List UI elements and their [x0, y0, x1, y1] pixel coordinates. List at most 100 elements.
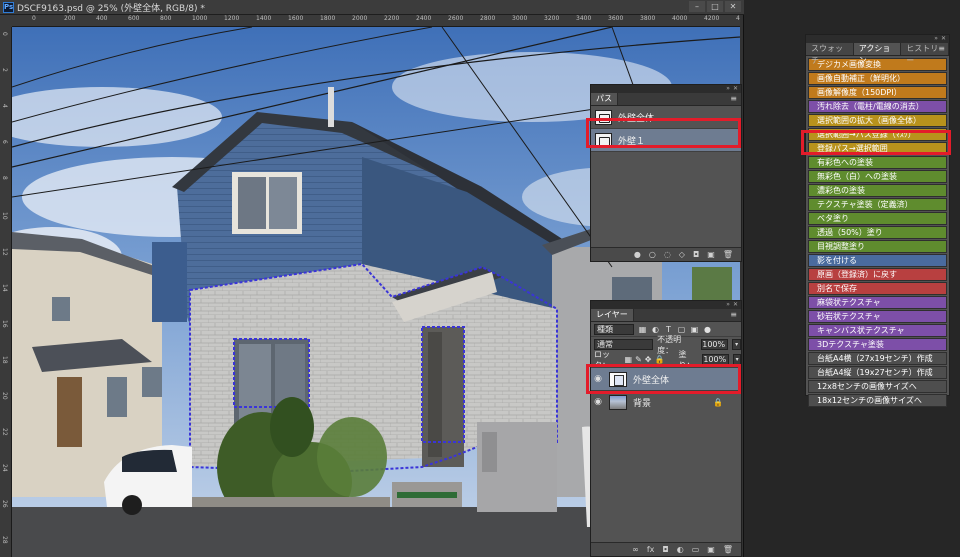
trash-icon[interactable]: 🗑: [723, 545, 733, 554]
actions-panel: » ✕ スウォッチ アクション ヒストリー ≡ デジカメ画像変換 画像自動補正（鮮明化）…: [805, 34, 950, 407]
layer-item[interactable]: ◉ 外壁全体: [591, 367, 741, 390]
collapse-icon[interactable]: »: [726, 86, 730, 92]
fill-input[interactable]: 100%: [702, 354, 730, 365]
ruler-tick-label: 18: [1, 356, 8, 364]
panel-menu-icon[interactable]: ≡: [938, 44, 945, 53]
stroke-path-icon[interactable]: ○: [649, 250, 656, 259]
action-button[interactable]: 3Dテクスチャ塗装: [808, 338, 947, 351]
action-button[interactable]: 台紙A4横（27x19センチ）作成: [808, 352, 947, 365]
add-mask-icon[interactable]: ◘: [662, 545, 668, 554]
image-filter-icon[interactable]: ▦: [638, 325, 647, 334]
action-button[interactable]: 選択範囲の拡大（画像全体）: [808, 114, 947, 127]
new-layer-icon[interactable]: ▣: [707, 545, 715, 554]
action-button[interactable]: ベタ塗り: [808, 212, 947, 225]
action-button[interactable]: 無彩色（白）への塗装: [808, 170, 947, 183]
close-icon[interactable]: ✕: [733, 302, 738, 308]
panel-menu-icon[interactable]: ≡: [730, 310, 737, 319]
ruler-tick-label: 4200: [704, 15, 720, 22]
eye-icon[interactable]: ◉: [591, 374, 605, 384]
path-thumbnail: [595, 109, 612, 125]
ruler-tick-label: 1400: [256, 15, 272, 22]
ruler-tick-label: 20: [1, 392, 8, 400]
filter-toggle-icon[interactable]: ●: [703, 325, 712, 334]
path-list: 外壁全体 外壁１: [591, 106, 741, 152]
path-item[interactable]: 外壁全体: [591, 106, 741, 129]
adjustment-icon[interactable]: ◐: [677, 545, 684, 554]
close-icon[interactable]: ✕: [733, 86, 738, 92]
action-button[interactable]: 18x12センチの画像サイズへ: [808, 394, 947, 407]
fx-icon[interactable]: fx: [647, 545, 655, 554]
action-button[interactable]: 目視調整塗り: [808, 240, 947, 253]
action-button[interactable]: 透過（50%）塗り: [808, 226, 947, 239]
ruler-tick-label: 3800: [640, 15, 656, 22]
action-button[interactable]: 選択範囲→パス登録（ﾏｽｸ）: [808, 128, 947, 141]
layer-item[interactable]: ◉ 背景 🔒: [591, 390, 741, 413]
paths-tabbar: パス ≡: [591, 93, 741, 106]
layers-panel: » ✕ レイヤー ≡ 種類 ▦ ◐ T ▢ ▣ ● 通常 不透明度： 100% …: [590, 300, 742, 557]
ruler-tick-label: 800: [160, 15, 172, 22]
close-icon[interactable]: ✕: [725, 1, 741, 12]
lock-all-icon[interactable]: 🔒: [654, 355, 664, 364]
action-button[interactable]: 原画（登録済）に戻す: [808, 268, 947, 281]
action-button[interactable]: デジカメ画像変換: [808, 58, 947, 71]
smart-object-filter-icon[interactable]: ▣: [690, 325, 699, 334]
ruler-tick-label: 1800: [320, 15, 336, 22]
new-path-icon[interactable]: ▣: [707, 250, 715, 259]
ruler-tick-label: 2: [1, 68, 8, 72]
panel-topbar: » ✕: [591, 85, 741, 93]
close-icon[interactable]: ✕: [941, 36, 946, 42]
lock-transparency-icon[interactable]: ▦: [625, 355, 633, 364]
panel-menu-icon[interactable]: ≡: [730, 94, 737, 103]
make-work-path-icon[interactable]: ◇: [679, 250, 685, 259]
action-button[interactable]: 登録パス→選択範囲: [808, 142, 947, 155]
tab-actions[interactable]: アクション: [853, 43, 902, 65]
action-button[interactable]: 画像解像度（150DPI）: [808, 86, 947, 99]
ruler-tick-label: 12: [1, 248, 8, 256]
action-button[interactable]: 有彩色への塗装: [808, 156, 947, 169]
chevron-down-icon[interactable]: ▾: [732, 339, 742, 350]
filter-kind-select[interactable]: 種類: [594, 323, 634, 335]
action-button[interactable]: 麻袋状テクスチャ: [808, 296, 947, 309]
action-button[interactable]: 別名で保存: [808, 282, 947, 295]
eye-icon[interactable]: ◉: [591, 397, 605, 407]
collapse-icon[interactable]: »: [934, 36, 938, 42]
link-icon[interactable]: ∞: [632, 545, 639, 554]
lock-pixels-icon[interactable]: ✎: [635, 355, 642, 364]
type-filter-icon[interactable]: T: [664, 325, 673, 334]
document-titlebar[interactable]: Ps DSCF9163.psd @ 25% (外壁全体, RGB/8) * – …: [0, 0, 744, 15]
tab-layers[interactable]: レイヤー: [591, 309, 634, 321]
ruler-tick-label: 0: [1, 32, 8, 36]
add-mask-icon[interactable]: ◘: [693, 250, 699, 259]
shape-filter-icon[interactable]: ▢: [677, 325, 686, 334]
action-list: デジカメ画像変換 画像自動補正（鮮明化） 画像解像度（150DPI） 汚れ除去（電柱/…: [806, 56, 949, 410]
action-button[interactable]: テクスチャ塗装（定義済）: [808, 198, 947, 211]
group-folder-icon[interactable]: ▭: [692, 545, 700, 554]
adjustment-filter-icon[interactable]: ◐: [651, 325, 660, 334]
vertical-ruler[interactable]: 0 2 4 6 8 10 12 14 16 18 20 22 24 26 28: [0, 27, 12, 557]
action-button[interactable]: 画像自動補正（鮮明化）: [808, 72, 947, 85]
action-button[interactable]: 影を付ける: [808, 254, 947, 267]
load-selection-icon[interactable]: ◌: [664, 250, 671, 259]
lock-icon: 🔒: [713, 397, 723, 407]
minimize-icon[interactable]: –: [689, 1, 705, 12]
tab-paths[interactable]: パス: [591, 93, 618, 105]
action-button[interactable]: キャンバス状テクスチャ: [808, 324, 947, 337]
lock-position-icon[interactable]: ✥: [645, 355, 652, 364]
action-button[interactable]: 汚れ除去（電柱/電線の消去）: [808, 100, 947, 113]
horizontal-ruler[interactable]: 0 200 400 600 800 1000 1200 1400 1600 1800 2000 220…: [12, 15, 740, 27]
opacity-input[interactable]: 100%: [700, 339, 729, 350]
path-item[interactable]: 外壁１: [591, 129, 741, 152]
collapse-icon[interactable]: »: [726, 302, 730, 308]
action-button[interactable]: 12x8センチの画像サイズへ: [808, 380, 947, 393]
fill-path-icon[interactable]: ●: [634, 250, 641, 259]
action-button[interactable]: 砂岩状テクスチャ: [808, 310, 947, 323]
tab-swatches[interactable]: スウォッチ: [806, 43, 854, 65]
ruler-tick-label: 10: [1, 212, 8, 220]
action-button[interactable]: 台紙A4縦（19x27センチ）作成: [808, 366, 947, 379]
action-button[interactable]: 濃彩色の塗装: [808, 184, 947, 197]
maximize-icon[interactable]: □: [707, 1, 723, 12]
chevron-down-icon[interactable]: ▾: [733, 354, 741, 365]
trash-icon[interactable]: 🗑: [723, 250, 733, 259]
ruler-tick-label: 3000: [512, 15, 528, 22]
ruler-tick-label: 1200: [224, 15, 240, 22]
